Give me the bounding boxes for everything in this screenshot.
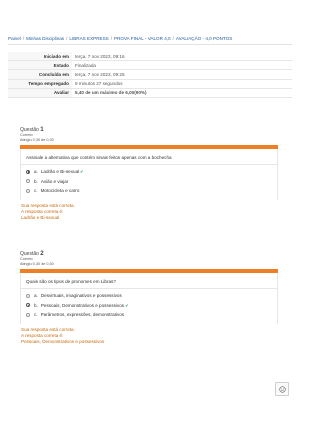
option-text: Avião e viajar bbox=[40, 178, 69, 184]
answer-option-b[interactable]: b. Pessoais, Demonstrativos e possessivo… bbox=[26, 303, 272, 308]
question-formulation: Assinale a alternativa que contém sinais… bbox=[20, 149, 278, 200]
radio-button[interactable] bbox=[26, 169, 30, 174]
summary-row: Concluída em terça, 7 nov 2023, 09:25 bbox=[8, 69, 292, 80]
breadcrumb-separator: / bbox=[22, 36, 25, 41]
breadcrumb: Painel / Minhas Disciplinas / LIBRAS EXPRESS… bbox=[8, 36, 292, 41]
breadcrumb-link-minhas-disciplinas[interactable]: Minhas Disciplinas bbox=[26, 36, 64, 41]
divider bbox=[21, 164, 277, 165]
checkmark-icon: ✔ bbox=[125, 302, 129, 308]
radio-button[interactable] bbox=[26, 293, 30, 298]
question-text: Quais são os tipos de pronomes em Libras… bbox=[26, 279, 116, 284]
feedback-right-answer: Ladrão e Bi-sexual bbox=[21, 214, 60, 220]
option-letter: b. bbox=[34, 178, 38, 184]
question-info: Questão 2 Correto Atingiu 0,30 de 0,30 bbox=[20, 250, 278, 267]
question-feedback: Sua resposta está correta. A resposta co… bbox=[20, 327, 278, 345]
chat-icon bbox=[278, 385, 286, 393]
option-letter: c. bbox=[34, 312, 38, 318]
option-text: Desvirtuais, imaginativos e possessivos bbox=[40, 293, 122, 298]
question-grade: Atingiu 0,30 de 0,30 bbox=[20, 138, 54, 142]
question-formulation: Quais são os tipos de pronomes em Libras… bbox=[20, 273, 278, 324]
question-2: Questão 2 Correto Atingiu 0,30 de 0,30 Q… bbox=[20, 250, 278, 345]
summary-value: 9 minutos 27 segundos bbox=[72, 79, 292, 89]
summary-row: Avaliar 5,40 de um máximo de 6,00(90%) bbox=[8, 88, 292, 98]
option-letter: a. bbox=[34, 293, 38, 298]
summary-label: Estado bbox=[8, 60, 72, 71]
question-text: Assinale a alternativa que contém sinais… bbox=[26, 155, 172, 160]
divider bbox=[21, 288, 277, 289]
option-text: Motocicleta e carro bbox=[40, 188, 80, 194]
answer-option-a[interactable]: a. Ladrão e Bi-sexual ✔ bbox=[26, 169, 272, 174]
checkmark-icon: ✔ bbox=[80, 169, 84, 174]
summary-value: terça, 7 nov 2023, 09:25 bbox=[72, 69, 292, 80]
summary-grade: 5,40 de um máximo de 6,00(90%) bbox=[75, 90, 147, 96]
option-text: Ladrão e Bi-sexual bbox=[40, 169, 80, 174]
question-number-value: 2 bbox=[40, 250, 44, 257]
option-text: Pessoais, Demonstrativos e possessivos bbox=[40, 302, 125, 308]
chat-button[interactable] bbox=[275, 382, 289, 396]
option-letter: a. bbox=[34, 169, 38, 174]
answer-option-c[interactable]: c. Parâmetros, expressões, demonstrativo… bbox=[26, 312, 272, 317]
breadcrumb-link-avaliacao[interactable]: AVALIAÇÃO - 4,0 PONTOS bbox=[176, 36, 232, 41]
answer-option-b[interactable]: b. Avião e viajar bbox=[26, 179, 272, 184]
breadcrumb-link-painel[interactable]: Painel bbox=[8, 36, 21, 41]
summary-label: Concluída em bbox=[8, 69, 72, 80]
breadcrumb-separator: / bbox=[66, 36, 68, 41]
summary-label: Avaliar bbox=[8, 88, 72, 98]
summary-value: Finalizada bbox=[72, 60, 292, 71]
feedback-right-answer: Pessoais, Demonstrativos e possessivos bbox=[21, 338, 105, 344]
question-number-value: 1 bbox=[40, 126, 44, 133]
question-feedback: Sua resposta está correta. A resposta co… bbox=[20, 203, 278, 221]
question-grade: Atingiu 0,30 de 0,30 bbox=[20, 262, 54, 266]
radio-button[interactable] bbox=[26, 179, 30, 184]
question-1: Questão 1 Correto Atingiu 0,30 de 0,30 A… bbox=[20, 126, 278, 221]
summary-row: Tempo empregado 9 minutos 27 segundos bbox=[8, 79, 292, 89]
attempt-summary-table: Iniciado em terça, 7 nov 2023, 09:16 Est… bbox=[8, 52, 292, 98]
radio-button[interactable] bbox=[26, 188, 30, 193]
summary-label: Tempo empregado bbox=[8, 79, 72, 89]
summary-label: Iniciado em bbox=[8, 52, 72, 62]
answer-option-c[interactable]: c. Motocicleta e carro bbox=[26, 188, 272, 193]
option-letter: b. bbox=[34, 302, 38, 308]
divider bbox=[8, 44, 292, 45]
breadcrumb-separator: / bbox=[172, 36, 174, 41]
option-text: Parâmetros, expressões, demonstrativos bbox=[40, 312, 125, 318]
breadcrumb-link-prova-final[interactable]: PROVA FINAL - VALOR 4,0 bbox=[114, 36, 171, 41]
summary-row: Iniciado em terça, 7 nov 2023, 09:16 bbox=[8, 52, 292, 62]
question-info: Questão 1 Correto Atingiu 0,30 de 0,30 bbox=[20, 126, 278, 143]
summary-row: Estado Finalizada bbox=[8, 60, 292, 71]
breadcrumb-separator: / bbox=[110, 36, 112, 41]
summary-value: 5,40 de um máximo de 6,00(90%) bbox=[72, 88, 292, 98]
option-letter: c. bbox=[34, 188, 38, 194]
radio-button[interactable] bbox=[26, 312, 30, 317]
summary-value: terça, 7 nov 2023, 09:16 bbox=[72, 52, 292, 62]
answer-option-a[interactable]: a. Desvirtuais, imaginativos e possessiv… bbox=[26, 293, 272, 298]
breadcrumb-link-course[interactable]: LIBRAS EXPRESS bbox=[69, 36, 108, 41]
radio-button[interactable] bbox=[26, 303, 30, 308]
